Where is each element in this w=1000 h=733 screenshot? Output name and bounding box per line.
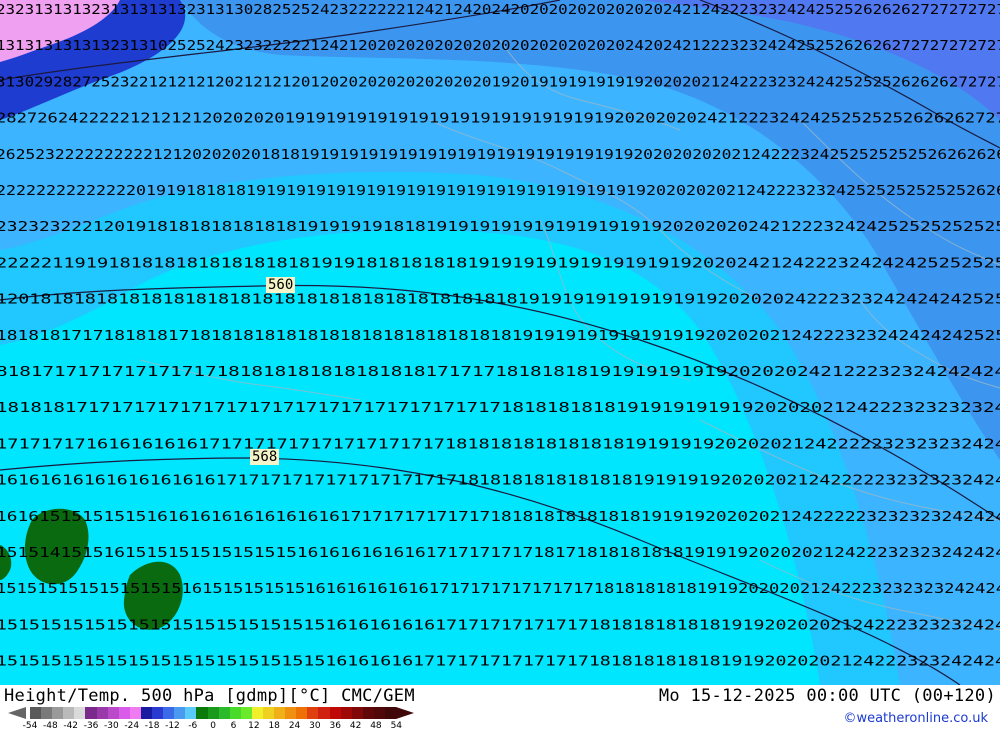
- valid-time: Mo 15-12-2025 00:00 UTC (00+120): [658, 686, 996, 706]
- grid-value-row: 2222222222222201919181818191919191919191…: [0, 183, 1000, 199]
- grid-value-row: 2222211919181818181818181818191918181818…: [0, 255, 1000, 271]
- scale-swatch: [340, 707, 352, 719]
- scale-tick-label: -36: [83, 721, 99, 731]
- scale-tick-label: 42: [349, 721, 362, 731]
- scale-swatch: [185, 707, 197, 719]
- scale-tick-label: 36: [329, 721, 341, 731]
- scale-tick-label: 48: [370, 721, 382, 731]
- scale-swatch: [30, 707, 42, 719]
- color-scale-ticks: -54 -48 -42 -36 -30 -24 -18 -12 -6 0 6 12 18 24 30 36 42…: [23, 721, 470, 732]
- scale-swatch: [96, 707, 108, 719]
- scale-swatch: [318, 707, 330, 719]
- scale-swatch: [163, 707, 175, 719]
- scale-swatch: [129, 707, 141, 719]
- scale-swatch: [274, 707, 286, 719]
- scale-swatch: [329, 707, 341, 719]
- scale-swatch: [174, 707, 186, 719]
- grid-value-row: 1616161616161616161617171717171717171717…: [0, 473, 1000, 489]
- scale-swatch: [218, 707, 230, 719]
- scale-swatch: [251, 707, 263, 719]
- scale-swatch: [52, 707, 64, 719]
- scale-tick-label: -18: [144, 721, 160, 731]
- scale-swatch: [373, 707, 385, 719]
- scale-swatch: [63, 707, 75, 719]
- grid-value-row: 1515151515151515151515151515151616161617…: [0, 654, 1000, 670]
- scale-swatch: [385, 707, 397, 719]
- scale-swatch: [74, 707, 86, 719]
- scale-tick-label: -42: [63, 721, 79, 731]
- contour-label-568: 568: [250, 449, 280, 465]
- grid-value-row: 1515141515161515151515151515161616161616…: [0, 545, 1000, 561]
- scale-swatch: [85, 707, 97, 719]
- color-scale-bar: [8, 707, 415, 719]
- grid-value-row: 3130292827252322121212120212121201202020…: [0, 74, 1000, 90]
- scale-swatch: [296, 707, 308, 719]
- scale-tick-label: 12: [248, 721, 260, 731]
- scale-tick-label: -24: [124, 721, 140, 731]
- grid-value-row: 1515151515151515151515151515151616161616…: [0, 617, 1000, 633]
- grid-value-row: 1818181717171717171717171717171717171717…: [0, 400, 1000, 416]
- scale-swatch: [140, 707, 153, 719]
- scale-tick-label: -6: [188, 721, 198, 731]
- scale-tick-label: 24: [288, 721, 301, 731]
- scale-swatch: [285, 707, 297, 719]
- grid-value-row: 2625232222222222121202020201818191919191…: [0, 147, 1000, 163]
- scale-swatch: [41, 707, 53, 719]
- credit-link[interactable]: ©weatheronline.co.uk: [843, 711, 988, 726]
- scale-swatch: [240, 707, 252, 719]
- scale-swatch: [229, 707, 241, 719]
- scale-tick-label: 0: [210, 721, 217, 731]
- scale-arrow-left: [8, 707, 26, 719]
- grid-value-row: 1313131313132313102525242323222221242120…: [0, 38, 1000, 54]
- scale-swatch: [207, 707, 219, 719]
- grid-value-row: 2827262422222121212120202020191919191919…: [0, 111, 1000, 127]
- grid-value-row: 1717171716161616161717171717171717171717…: [0, 436, 1000, 452]
- map-canvas: 2323131313231313131323131302825252423222…: [0, 0, 1000, 685]
- grid-value-row: 2323131313231313131323131302825252423222…: [0, 2, 1000, 18]
- contour-label-560: 560: [266, 277, 296, 293]
- scale-arrow-right: [396, 707, 415, 719]
- grid-value-row: 1515151515151515151615151515151616161616…: [0, 581, 1000, 597]
- map-footer: Height/Temp. 500 hPa [gdmp][°C] CMC/GEM …: [0, 685, 1000, 733]
- grid-value-row: 8181717171717171717181818181818181818171…: [0, 364, 1000, 380]
- scale-tick-label: 6: [230, 721, 237, 731]
- scale-swatch: [362, 707, 374, 719]
- scale-swatch: [351, 707, 363, 719]
- scale-swatch: [262, 707, 275, 719]
- scale-tick-label: -48: [42, 721, 58, 731]
- weather-map: 2323131313231313131323131302825252423222…: [0, 0, 1000, 685]
- scale-swatch: [118, 707, 130, 719]
- scale-tick-label: -30: [104, 721, 119, 731]
- map-title: Height/Temp. 500 hPa [gdmp][°C] CMC/GEM: [4, 686, 415, 706]
- grid-value-row: 1616151515151516161616161616161617171717…: [0, 509, 1000, 525]
- grid-value-row: 1201818181818181818181818181818181818181…: [0, 292, 1000, 308]
- scale-swatch: [307, 707, 319, 719]
- scale-swatch: [107, 707, 119, 719]
- scale-swatch: [196, 707, 208, 719]
- grid-value-row: 2323232221201918181818181818191919191818…: [0, 219, 1000, 235]
- scale-tick-label: 18: [268, 721, 280, 731]
- grid-value-row: 1818181717181818171818181818181818181818…: [0, 328, 1000, 344]
- scale-tick-label: 54: [390, 721, 403, 731]
- scale-tick-label: 30: [309, 721, 321, 731]
- scale-swatch: [152, 707, 164, 719]
- scale-tick-label: -54: [22, 721, 38, 731]
- scale-tick-label: -12: [165, 721, 180, 731]
